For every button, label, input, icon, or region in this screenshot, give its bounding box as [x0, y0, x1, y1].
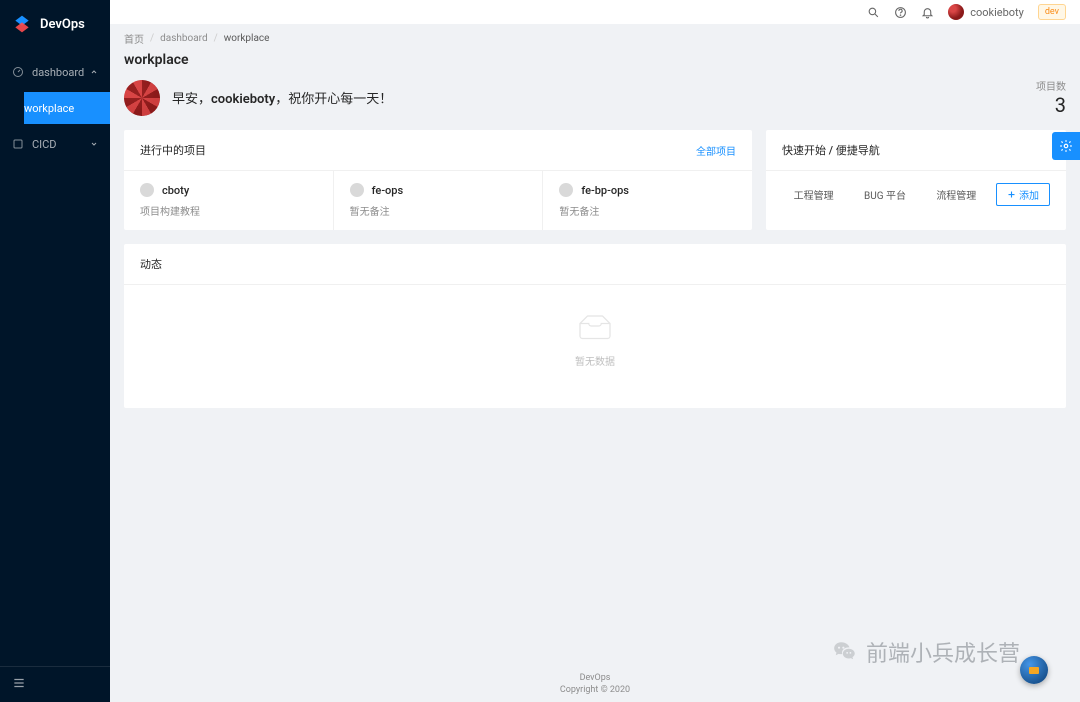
- stat-value: 3: [1036, 93, 1066, 117]
- search-icon[interactable]: [867, 6, 880, 19]
- quick-link[interactable]: 工程管理: [782, 187, 845, 202]
- quick-link[interactable]: 流程管理: [925, 187, 988, 202]
- empty-state: 暂无数据: [124, 285, 1066, 408]
- floating-action-button[interactable]: [1020, 656, 1048, 684]
- bell-icon[interactable]: [921, 6, 934, 19]
- breadcrumb-home[interactable]: 首页: [124, 31, 144, 46]
- sidebar-label-dashboard: dashboard: [32, 66, 84, 79]
- project-name: fe-bp-ops: [581, 184, 629, 197]
- project-avatar: [559, 183, 573, 197]
- project-avatar: [140, 183, 154, 197]
- env-badge[interactable]: dev: [1038, 4, 1066, 20]
- activity-card: 动态 暂无数据: [124, 244, 1066, 408]
- footer-brand: DevOps: [580, 673, 611, 683]
- quicknav-title: 快速开始 / 便捷导航: [782, 142, 880, 158]
- chevron-up-icon: [90, 68, 98, 76]
- projects-title: 进行中的项目: [140, 142, 206, 158]
- breadcrumb-parent[interactable]: dashboard: [160, 33, 207, 44]
- page-title: workplace: [124, 52, 1066, 68]
- project-desc: 暂无备注: [559, 203, 736, 218]
- logo[interactable]: DevOps: [0, 0, 110, 48]
- sidebar-item-workplace[interactable]: workplace: [24, 92, 110, 124]
- empty-icon: [575, 311, 615, 341]
- breadcrumb-sep: /: [150, 33, 154, 44]
- empty-text: 暂无数据: [124, 353, 1066, 368]
- username: cookieboty: [970, 6, 1024, 19]
- activity-title: 动态: [140, 256, 162, 272]
- greeting-text: 早安，cookieboty，祝你开心每一天！: [172, 88, 392, 107]
- gear-icon: [1059, 139, 1073, 153]
- chevron-down-icon: [90, 140, 98, 148]
- projects-card: 进行中的项目 全部项目 cboty 项目构建教程 fe-ops 暂无备注 fe-…: [124, 130, 752, 230]
- project-desc: 项目构建教程: [140, 203, 317, 218]
- breadcrumb-current: workplace: [224, 33, 270, 44]
- project-item[interactable]: cboty 项目构建教程: [124, 171, 334, 230]
- project-name: cboty: [162, 184, 189, 197]
- sidebar-label-cicd: CICD: [32, 138, 57, 151]
- collapse-icon[interactable]: [12, 676, 26, 690]
- settings-drawer-button[interactable]: [1052, 132, 1080, 160]
- footer: DevOps Copyright © 2020: [110, 666, 1080, 702]
- plus-icon: [1007, 190, 1016, 199]
- quicknav-card: 快速开始 / 便捷导航 工程管理 BUG 平台 流程管理 添加: [766, 130, 1066, 230]
- all-projects-link[interactable]: 全部项目: [696, 143, 736, 158]
- project-avatar: [350, 183, 364, 197]
- dashboard-icon: [12, 66, 24, 78]
- app-name: DevOps: [40, 17, 85, 32]
- add-button[interactable]: 添加: [996, 183, 1050, 206]
- project-name: fe-ops: [372, 184, 403, 197]
- header: cookieboty dev: [110, 0, 1080, 24]
- sidebar-menu: dashboard workplace CICD: [0, 48, 110, 666]
- sidebar-item-dashboard[interactable]: dashboard: [0, 52, 110, 92]
- content: 进行中的项目 全部项目 cboty 项目构建教程 fe-ops 暂无备注 fe-…: [110, 130, 1080, 666]
- stat-label: 项目数: [1036, 78, 1066, 93]
- user-menu[interactable]: cookieboty: [948, 4, 1024, 20]
- sidebar-item-cicd[interactable]: CICD: [0, 124, 110, 164]
- breadcrumb: 首页 / dashboard / workplace: [110, 24, 1080, 52]
- project-count-stat: 项目数 3: [1036, 78, 1066, 117]
- cicd-icon: [12, 138, 24, 150]
- sidebar: DevOps dashboard workplace CICD: [0, 0, 110, 702]
- project-item[interactable]: fe-ops 暂无备注: [334, 171, 544, 230]
- page-header: workplace 早安，cookieboty，祝你开心每一天！ 项目数 3: [110, 52, 1080, 131]
- sidebar-label-workplace: workplace: [24, 102, 74, 115]
- project-desc: 暂无备注: [350, 203, 527, 218]
- help-icon[interactable]: [894, 6, 907, 19]
- project-item[interactable]: fe-bp-ops 暂无备注: [543, 171, 752, 230]
- footer-copyright: Copyright © 2020: [560, 685, 630, 695]
- breadcrumb-sep: /: [214, 33, 218, 44]
- sidebar-footer: [0, 666, 110, 702]
- greeting-avatar: [124, 80, 160, 116]
- quick-link[interactable]: BUG 平台: [853, 187, 916, 202]
- user-avatar: [948, 4, 964, 20]
- logo-icon: [12, 14, 32, 34]
